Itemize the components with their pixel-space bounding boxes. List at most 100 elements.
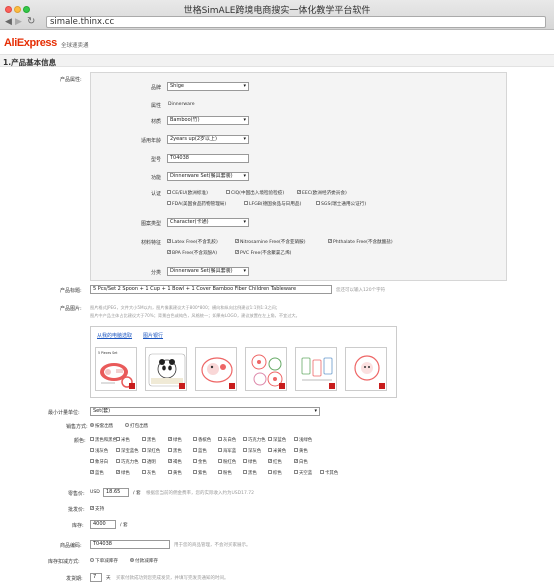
checkbox[interactable] (90, 459, 94, 463)
color-option[interactable]: 米黄色 (268, 448, 286, 454)
feature-option-latex[interactable]: Latex Free(不含乳胶) (167, 239, 218, 245)
feature-option-bpa[interactable]: BPA Free(不含双酚A) (167, 250, 217, 256)
back-icon[interactable]: ◀ (5, 17, 12, 27)
checkbox[interactable] (226, 190, 230, 194)
radio-selected[interactable] (90, 423, 94, 427)
cert-option-eec[interactable]: EEC(欧洲经济委员会) (297, 190, 347, 196)
checkbox-checked[interactable] (297, 190, 301, 194)
color-option[interactable]: 黑色和黑色 (90, 437, 117, 443)
delete-photo-icon[interactable] (179, 383, 185, 389)
upload-local-link[interactable]: 从我的电脑选取 (97, 332, 132, 339)
address-bar[interactable]: simale.thinx.cc (46, 16, 546, 28)
color-option[interactable]: 黄色 (168, 470, 182, 476)
color-option[interactable]: 黄色 (294, 448, 308, 454)
checkbox-checked[interactable] (167, 239, 171, 243)
checkbox-checked[interactable] (235, 239, 239, 243)
color-option[interactable]: 深灰色 (243, 448, 261, 454)
checkbox[interactable] (243, 459, 247, 463)
color-option[interactable]: 棕色 (268, 470, 282, 476)
checkbox[interactable] (116, 448, 120, 452)
cert-option-sgs[interactable]: SGS(瑞士通用公证行) (316, 201, 366, 207)
deduct-on-order[interactable]: 下单减库存 (90, 558, 118, 564)
color-option[interactable]: 巧克力色 (116, 459, 139, 465)
checkbox[interactable] (294, 437, 298, 441)
color-option[interactable]: 灰色 (142, 470, 156, 476)
color-option[interactable]: 香槟色 (193, 437, 211, 443)
checkbox[interactable] (244, 201, 248, 205)
color-option[interactable]: 透明 (142, 459, 156, 465)
color-option[interactable]: 金色 (193, 459, 207, 465)
product-photo-1[interactable]: 5 Pieces Set (95, 347, 137, 391)
color-option[interactable]: 粉色 (218, 470, 232, 476)
product-photo-6[interactable] (345, 347, 387, 391)
image-bank-link[interactable]: 图片银行 (143, 332, 163, 339)
feature-option-phthalate[interactable]: Phthalate Free(不含酞酸盐) (328, 239, 393, 245)
color-option[interactable]: 蓝色 (193, 448, 207, 454)
cert-option-fda[interactable]: FDA(美国食品药物管理局) (167, 201, 226, 207)
checkbox[interactable] (167, 201, 171, 205)
reload-icon[interactable]: ↻ (27, 17, 35, 27)
checkbox[interactable] (268, 437, 272, 441)
color-option[interactable]: 绿色 (243, 459, 257, 465)
color-option[interactable]: 浅绿色 (294, 437, 312, 443)
checkbox[interactable] (268, 448, 272, 452)
color-option[interactable]: 白色 (294, 459, 308, 465)
category-select[interactable]: Dinnerware Set(餐具套装) (167, 267, 249, 276)
checkbox[interactable] (193, 448, 197, 452)
color-option[interactable]: 深宝蓝色 (116, 448, 139, 454)
color-option[interactable]: 绿色 (168, 437, 182, 443)
color-option[interactable]: 紫色 (193, 470, 207, 476)
checkbox[interactable] (218, 470, 222, 474)
checkbox[interactable] (218, 459, 222, 463)
checkbox[interactable] (142, 459, 146, 463)
checkbox-checked[interactable] (167, 250, 171, 254)
color-option[interactable]: 灰白色 (218, 437, 236, 443)
deduct-on-payment[interactable]: 付款减库存 (130, 558, 158, 564)
checkbox-checked[interactable] (268, 459, 272, 463)
product-title-input[interactable]: 5 Pcs/Set 2 Spoon + 1 Cup + 1 Bowl + 1 C… (90, 285, 332, 294)
stock-input[interactable]: 4000 (90, 520, 116, 529)
checkbox[interactable] (294, 470, 298, 474)
checkbox-checked[interactable] (90, 470, 94, 474)
checkbox[interactable] (193, 470, 197, 474)
color-option[interactable]: 蓝色 (90, 470, 104, 476)
checkbox[interactable] (167, 190, 171, 194)
color-option[interactable]: 绿色 (116, 470, 130, 476)
color-option[interactable]: 卡其色 (320, 470, 338, 476)
age-select[interactable]: 2years up(2岁以上) (167, 135, 249, 144)
color-option[interactable]: 粉红色 (218, 459, 236, 465)
checkbox-checked[interactable] (328, 239, 332, 243)
radio[interactable] (125, 423, 129, 427)
cert-option-ciq[interactable]: CIQ(中国出入境检验检疫) (226, 190, 284, 196)
model-input[interactable]: T04038 (167, 154, 249, 163)
checkbox[interactable] (243, 470, 247, 474)
delete-photo-icon[interactable] (129, 383, 135, 389)
checkbox[interactable] (168, 448, 172, 452)
checkbox[interactable] (294, 448, 298, 452)
checkbox[interactable] (193, 459, 197, 463)
product-photo-3[interactable] (195, 347, 237, 391)
checkbox[interactable] (142, 448, 146, 452)
delete-photo-icon[interactable] (329, 383, 335, 389)
forward-icon[interactable]: ▶ (15, 17, 22, 27)
wholesale-option[interactable]: 支持 (90, 506, 104, 512)
color-option[interactable]: 天空蓝 (294, 470, 312, 476)
color-option[interactable]: 黑色 (243, 470, 257, 476)
checkbox-checked[interactable] (116, 470, 120, 474)
cert-option-ce[interactable]: CE/EU(欧洲标准) (167, 190, 208, 196)
checkbox[interactable] (116, 437, 120, 441)
checkbox[interactable] (268, 470, 272, 474)
checkbox[interactable] (243, 448, 247, 452)
checkbox-checked[interactable] (168, 459, 172, 463)
feature-option-nitrosamine[interactable]: Nitrosamine Free(不含亚硝胺) (235, 239, 306, 245)
pattern-select[interactable]: Character(卡通) (167, 218, 249, 227)
color-option[interactable]: 深蓝色 (268, 437, 286, 443)
color-option[interactable]: 深红色 (142, 448, 160, 454)
checkbox[interactable] (193, 437, 197, 441)
color-option[interactable]: 浅灰色 (90, 448, 108, 454)
checkbox[interactable] (168, 470, 172, 474)
delete-photo-icon[interactable] (229, 383, 235, 389)
checkbox[interactable] (316, 201, 320, 205)
radio[interactable] (90, 558, 94, 562)
function-select[interactable]: Dinnerware Set(餐具套装) (167, 172, 249, 181)
